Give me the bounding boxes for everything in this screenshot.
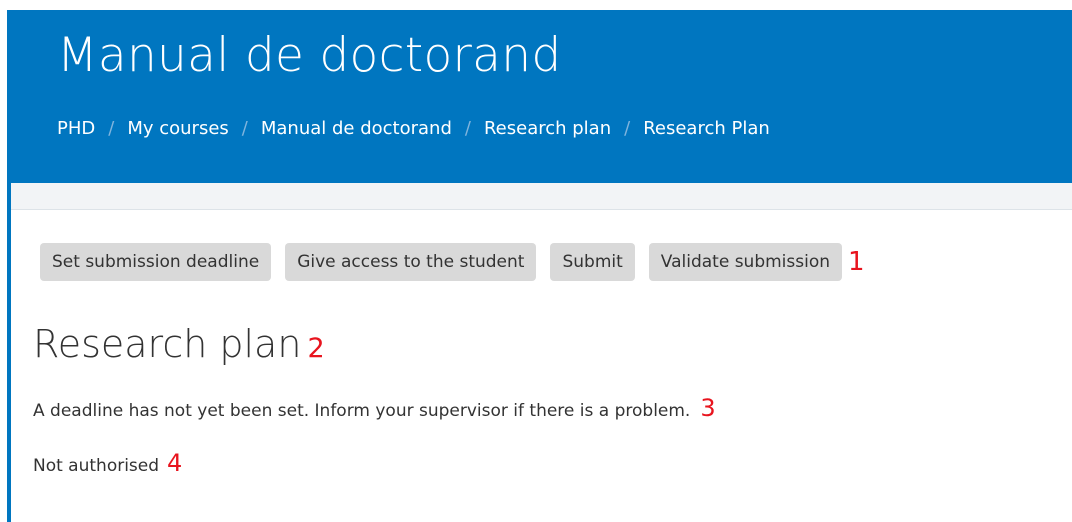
breadcrumb-item-research-plan-activity[interactable]: Research Plan (643, 118, 770, 139)
breadcrumb-item-course[interactable]: Manual de doctorand (261, 118, 452, 139)
page-heading-row: Research plan 2 (33, 322, 325, 366)
annotation-marker-2: 2 (307, 333, 325, 364)
annotation-marker-1: 1 (848, 247, 865, 277)
submit-button[interactable]: Submit (550, 243, 635, 281)
content-top-band (11, 183, 1072, 210)
breadcrumb-separator: / (464, 118, 471, 139)
breadcrumb: PHD / My courses / Manual de doctorand /… (57, 118, 770, 139)
page-header: Manual de doctorand PHD / My courses / M… (11, 10, 1072, 183)
breadcrumb-separator: / (108, 118, 115, 139)
breadcrumb-separator: / (624, 118, 631, 139)
breadcrumb-separator: / (241, 118, 248, 139)
give-access-button[interactable]: Give access to the student (285, 243, 537, 281)
status-row: Not authorised 4 (33, 449, 182, 477)
annotation-marker-3: 3 (700, 394, 716, 422)
set-submission-deadline-button[interactable]: Set submission deadline (40, 243, 272, 281)
breadcrumb-item-phd[interactable]: PHD (57, 118, 95, 139)
course-title: Manual de doctorand (57, 28, 562, 83)
deadline-message-row: A deadline has not yet been set. Inform … (33, 394, 716, 422)
breadcrumb-item-research-plan-section[interactable]: Research plan (484, 118, 611, 139)
status-message: Not authorised (33, 456, 160, 476)
annotation-marker-4: 4 (167, 449, 183, 477)
breadcrumb-item-my-courses[interactable]: My courses (127, 118, 228, 139)
page-title: Research plan (33, 322, 302, 366)
action-toolbar: Set submission deadline Give access to t… (40, 243, 865, 281)
deadline-message: A deadline has not yet been set. Inform … (33, 401, 691, 421)
validate-submission-button[interactable]: Validate submission (648, 243, 843, 281)
